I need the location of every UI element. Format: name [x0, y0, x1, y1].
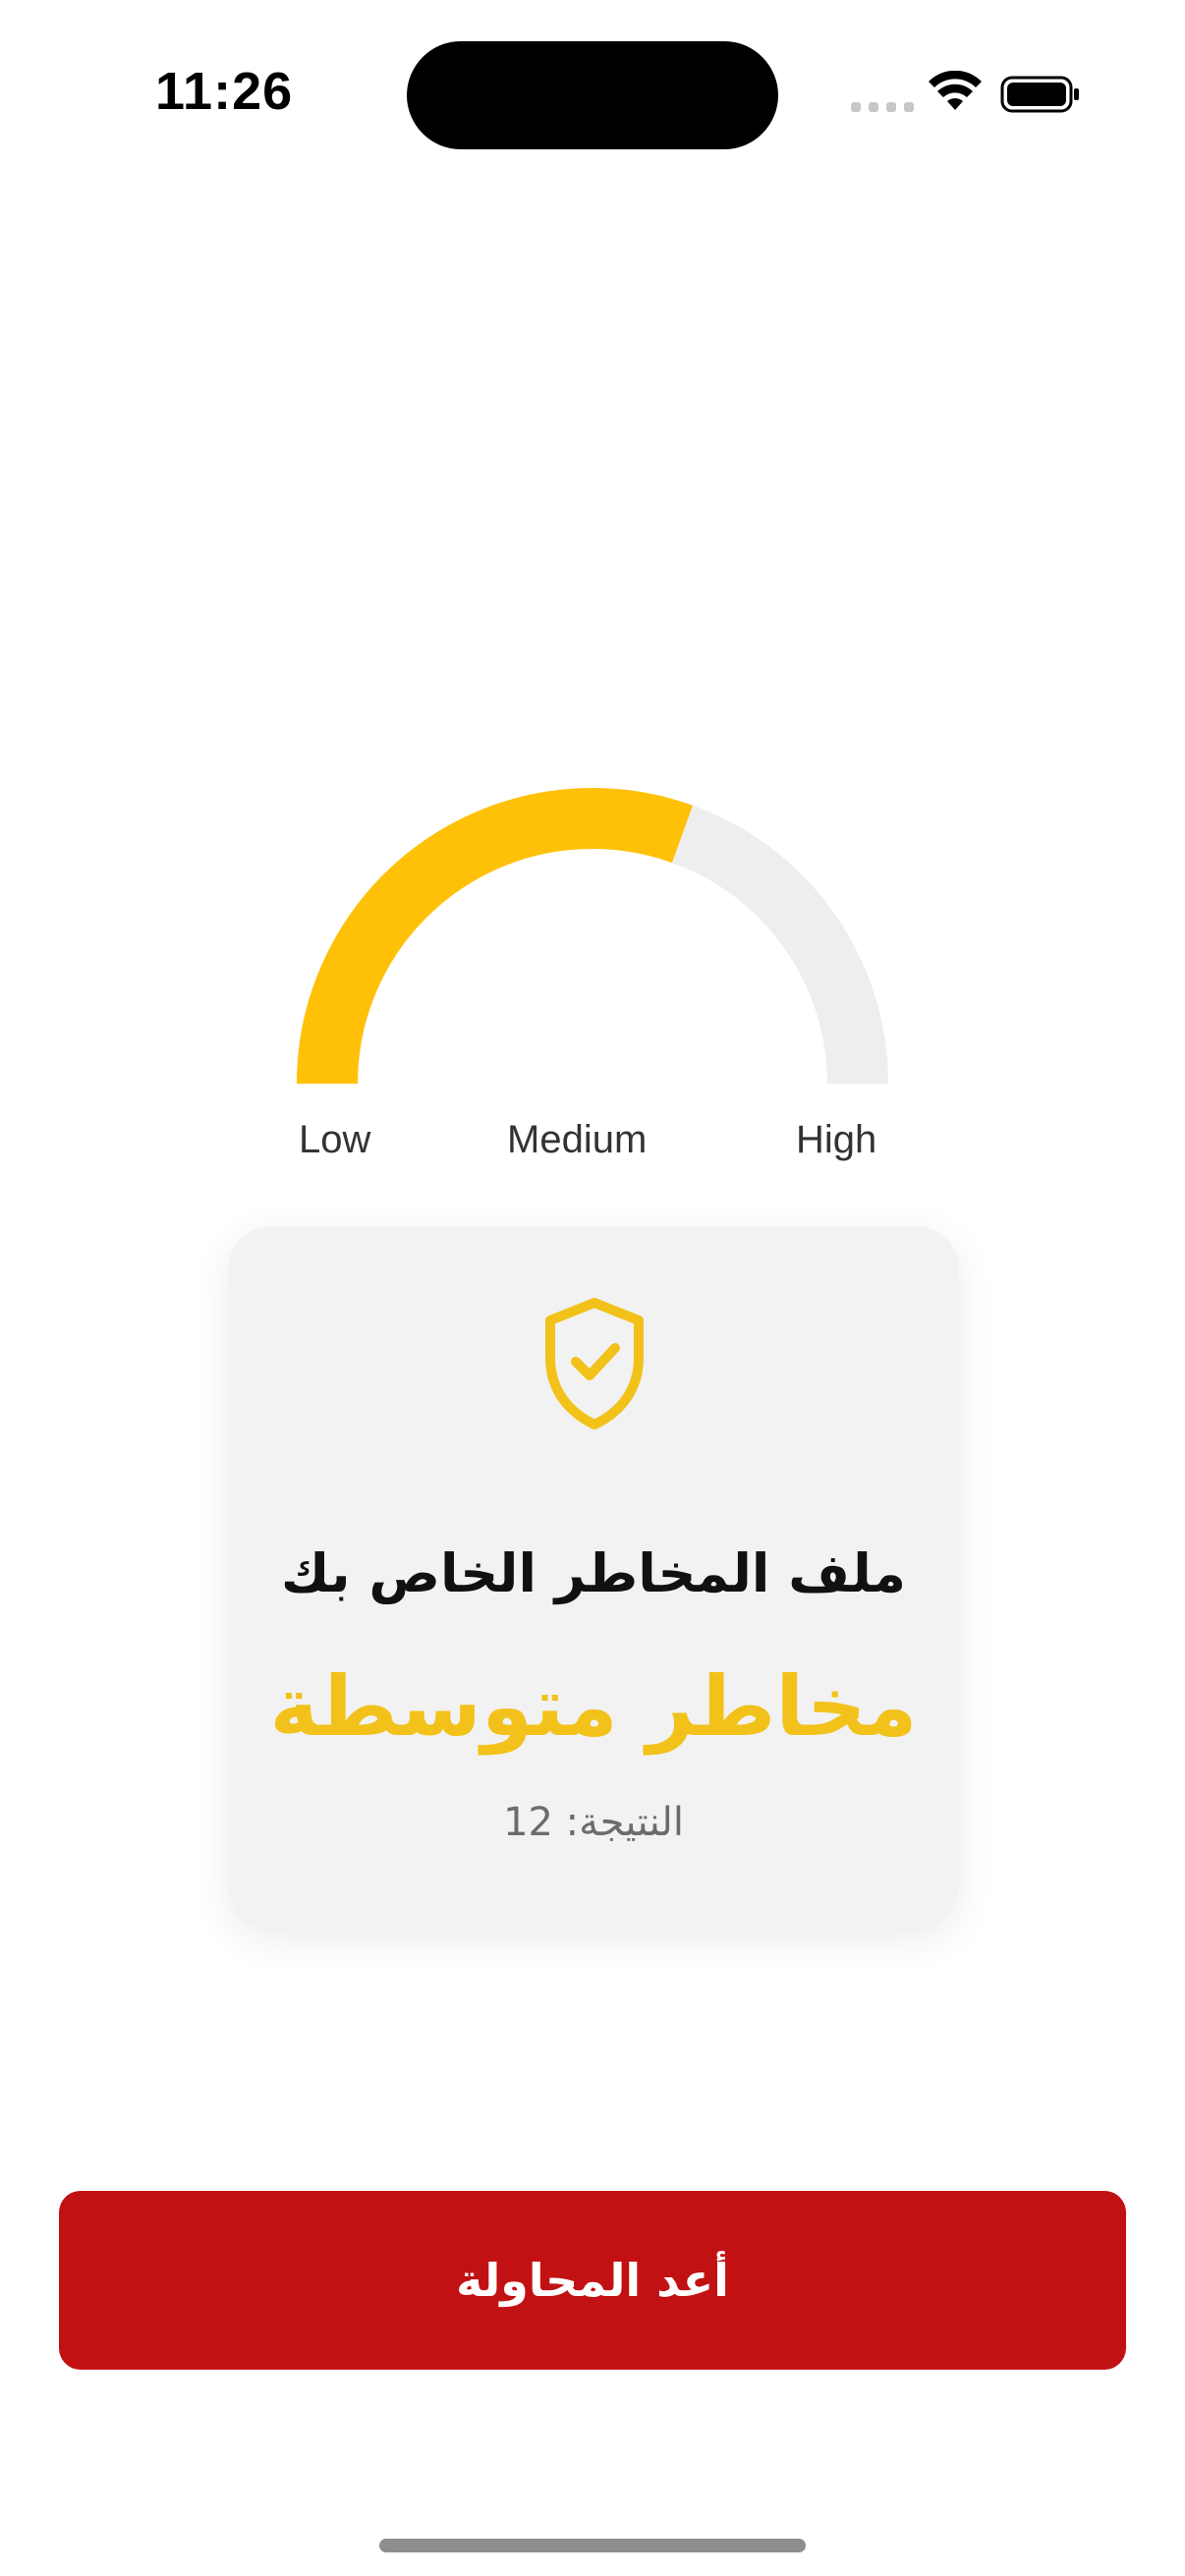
home-indicator[interactable] [379, 2539, 806, 2552]
battery-icon [1000, 76, 1079, 113]
gauge-label-high: High [796, 1118, 877, 1161]
risk-level: مخاطر متوسطة [269, 1658, 918, 1755]
gauge-label-low: Low [299, 1118, 371, 1161]
shield-check-icon [545, 1298, 644, 1429]
gauge-label-medium: Medium [507, 1118, 648, 1161]
status-time: 11:26 [155, 62, 294, 121]
cellular-signal-icon [851, 102, 914, 112]
risk-gauge [297, 788, 888, 1085]
wifi-icon [929, 71, 982, 110]
card-title: ملف المخاطر الخاص بك [280, 1542, 906, 1604]
risk-profile-card: ملف المخاطر الخاص بك مخاطر متوسطة النتيج… [228, 1226, 959, 1930]
gauge-fill [297, 788, 693, 1085]
risk-score: النتيجة: 12 [503, 1800, 684, 1845]
dynamic-island [407, 41, 778, 149]
retry-button[interactable]: أعد المحاولة [59, 2191, 1126, 2370]
risk-result-screen: 11:26 Low Medium High ملف المخاطر الخاص … [0, 0, 1185, 2576]
